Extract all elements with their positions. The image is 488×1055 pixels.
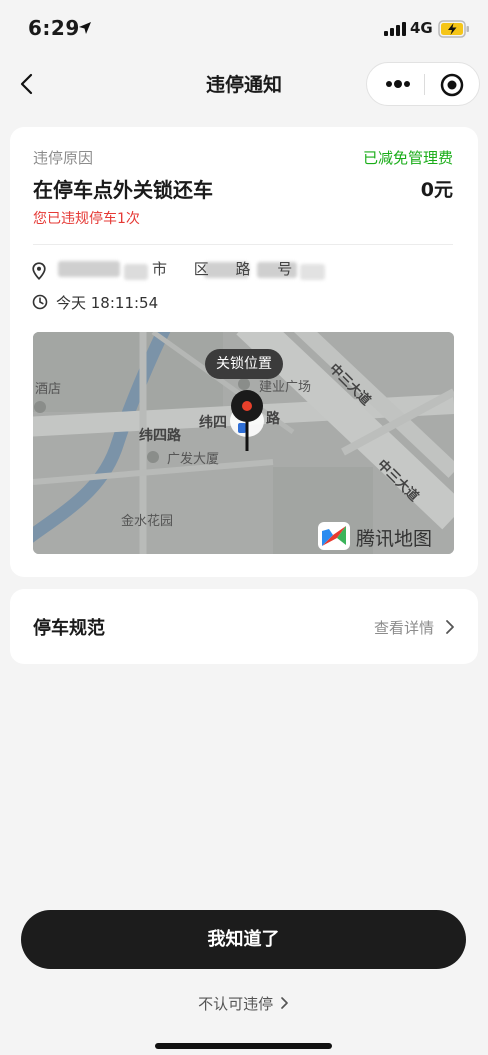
map-label-guangfa: 广发大厦: [167, 452, 220, 467]
map-label-hotel: 酒店: [35, 382, 62, 397]
close-miniprogram-icon[interactable]: [439, 72, 465, 98]
home-indicator: [155, 1043, 332, 1049]
location-arrow-icon: [79, 22, 91, 34]
location-pin-icon: [32, 262, 46, 280]
parking-rules-title: 停车规范: [33, 618, 105, 639]
reason-label: 违停原因: [33, 149, 94, 167]
tencent-map-logo-icon: [318, 522, 350, 550]
map-label-road: 路: [266, 411, 280, 427]
bike-lock-pin-icon: [230, 390, 264, 451]
network-type: 4G: [410, 19, 433, 37]
appeal-link-label: 不认可违停: [198, 995, 274, 1013]
capsule-divider: [424, 74, 425, 95]
miniprogram-capsule: [366, 62, 480, 106]
map-label-weisi-road: 纬四路: [139, 428, 181, 444]
appeal-link[interactable]: 不认可违停: [0, 993, 488, 1014]
signal-icon: [384, 22, 406, 36]
address-text: 市 区 路 号: [152, 260, 293, 278]
navigation-bar: 违停通知: [0, 56, 488, 112]
map-label-jinshui: 金水花园: [121, 514, 174, 529]
violation-reason: 在停车点外关锁还车: [33, 178, 213, 202]
acknowledge-button[interactable]: 我知道了: [21, 910, 466, 969]
battery-charging-icon: [438, 20, 469, 38]
map-label-weisi-partial: 纬四: [199, 415, 227, 431]
chevron-right-icon: [281, 997, 288, 1009]
status-time: 6:29: [28, 16, 80, 40]
violation-card: 违停原因 已减免管理费 在停车点外关锁还车 0元 您已违规停车1次 市 区 路 …: [10, 127, 478, 577]
violation-address: 市 区 路 号: [54, 258, 394, 280]
clock-icon: [32, 294, 48, 310]
lock-location-map[interactable]: 酒店 建业广场 纬四路 纬四 路 广发大厦 金水花园 中三大道 中三大道 关锁位…: [33, 332, 454, 554]
more-icon[interactable]: [383, 73, 413, 95]
violation-time: 今天 18:11:54: [56, 294, 159, 312]
fee-waived-badge: 已减免管理费: [362, 149, 453, 167]
status-bar: 6:29 4G: [0, 0, 488, 56]
chevron-right-icon: [446, 620, 454, 634]
divider: [33, 244, 453, 245]
view-details-link[interactable]: 查看详情: [374, 617, 434, 638]
management-fee: 0元: [420, 179, 453, 201]
map-provider: 腾讯地图: [356, 528, 433, 550]
parking-rules-row[interactable]: 停车规范 查看详情: [10, 589, 478, 664]
violation-count-warning: 您已违规停车1次: [33, 211, 140, 227]
lock-location-bubble: 关锁位置: [205, 349, 283, 379]
